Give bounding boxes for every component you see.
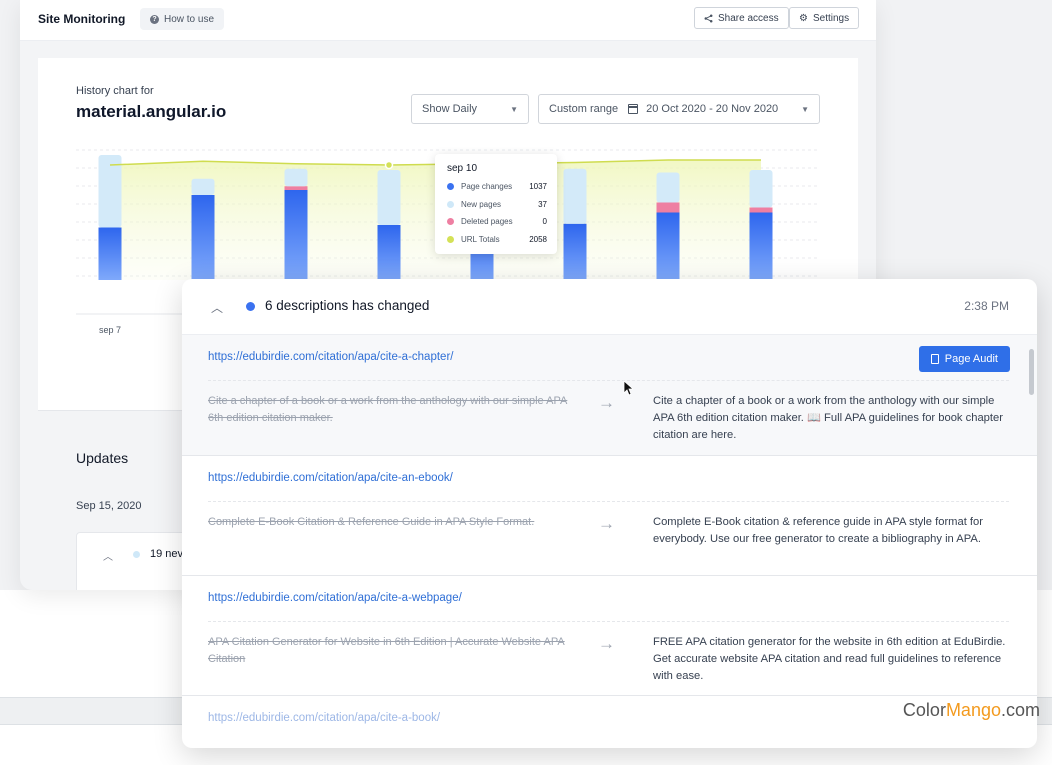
page-changes-dot-icon — [447, 182, 454, 190]
page-audit-button[interactable]: Page Audit — [918, 346, 1010, 372]
date-range-select[interactable]: Custom range 20 Oct 2020 - 20 Nov 2020 ▼ — [538, 94, 820, 124]
brand-part-2: Mango — [945, 700, 1001, 720]
tooltip-title: sep 10 — [447, 163, 478, 174]
gear-icon: ⚙ — [799, 12, 808, 24]
new-description: Complete E-Book citation & reference gui… — [653, 516, 983, 545]
list-item: https://edubirdie.com/citation/apa/cite-… — [182, 456, 1037, 576]
share-access-button[interactable]: Share access — [694, 7, 789, 29]
how-to-use-button[interactable]: ? How to use — [140, 8, 225, 30]
share-icon — [704, 14, 713, 22]
old-description: Complete E-Book Citation & Reference Gui… — [208, 516, 535, 528]
bar-page-changes — [563, 223, 587, 280]
settings-button[interactable]: ⚙ Settings — [789, 7, 860, 29]
url-totals-dot-icon — [447, 235, 454, 243]
bar-page-changes — [749, 212, 773, 280]
settings-label: Settings — [812, 12, 850, 24]
changes-card: ︿ 6 descriptions has changed 2:38 PM htt… — [182, 279, 1037, 748]
deleted-pages-dot-icon — [447, 217, 454, 225]
brand-part-1: Color — [902, 700, 946, 720]
history-chart-label: History chart for — [76, 85, 154, 97]
bar-new-pages — [284, 168, 308, 187]
show-daily-value: Show Daily — [422, 103, 478, 115]
new-description: FREE APA citation generator for the webs… — [653, 636, 1006, 682]
item-divider — [208, 501, 1009, 502]
item-url-link[interactable]: https://edubirdie.com/citation/apa/cite-… — [208, 472, 453, 484]
list-item: https://edubirdie.com/citation/apa/cite-… — [182, 576, 1037, 696]
bar-page-changes — [98, 227, 122, 280]
tooltip-row-label: URL Totals — [461, 234, 500, 244]
url-totals-point — [384, 160, 394, 170]
item-url-link[interactable]: https://edubirdie.com/citation/apa/cite-… — [208, 592, 462, 604]
bar-page-changes — [284, 190, 308, 280]
calendar-icon — [628, 104, 639, 114]
question-icon: ? — [150, 14, 159, 24]
updates-date: Sep 15, 2020 — [76, 500, 142, 512]
tooltip-row-value: 0 — [542, 216, 547, 226]
bar-page-changes — [191, 195, 215, 280]
bar-new-pages — [749, 170, 773, 208]
chart-tooltip: sep 10 Page changes 1037 New pages 37 De… — [435, 154, 557, 254]
x-tick-label: sep 7 — [99, 325, 121, 335]
show-daily-select[interactable]: Show Daily ▼ — [411, 94, 529, 124]
tooltip-row-value: 2058 — [529, 234, 547, 244]
bar-page-changes — [656, 212, 680, 280]
top-bar: Site Monitoring ? How to use Share acces… — [20, 0, 876, 41]
tooltip-row-label: Page changes — [461, 181, 513, 191]
mouse-cursor-icon — [623, 380, 633, 396]
document-icon — [930, 354, 939, 364]
card-title: 6 descriptions has changed — [265, 298, 430, 313]
status-dot-icon — [133, 551, 140, 558]
tooltip-row: Page changes 1037 — [447, 180, 547, 192]
item-divider — [208, 380, 1009, 381]
tooltip-row: Deleted pages 0 — [447, 215, 547, 227]
card-time: 2:38 PM — [964, 299, 1009, 313]
chevron-up-icon[interactable]: ︿ — [103, 548, 113, 563]
bar-new-pages — [377, 170, 401, 225]
app-title: Site Monitoring — [38, 12, 126, 26]
bar-page-changes — [377, 225, 401, 280]
updates-heading: Updates — [76, 450, 129, 466]
item-divider — [208, 621, 1009, 622]
arrow-right-icon: → — [598, 393, 615, 412]
tooltip-row-label: New pages — [461, 199, 502, 209]
caret-down-icon: ▼ — [510, 104, 518, 114]
bar-new-pages — [98, 155, 122, 228]
custom-range-label: Custom range — [549, 103, 619, 115]
tooltip-row-value: 1037 — [529, 181, 547, 191]
page-audit-label: Page Audit — [944, 353, 998, 365]
bar-new-pages — [656, 172, 680, 203]
item-url-link[interactable]: https://edubirdie.com/citation/apa/cite-… — [208, 712, 440, 724]
tooltip-row: New pages 37 — [447, 198, 547, 210]
card-header[interactable]: ︿ 6 descriptions has changed 2:38 PM — [182, 279, 1037, 335]
watermark-brand: ColorMango.com — [903, 700, 1040, 721]
status-dot-icon — [246, 302, 255, 311]
chevron-up-icon[interactable]: ︿ — [211, 299, 223, 316]
tooltip-row: URL Totals 2058 — [447, 233, 547, 245]
share-access-label: Share access — [718, 12, 779, 24]
tooltip-row-label: Deleted pages — [461, 216, 513, 226]
bar-new-pages — [563, 168, 587, 224]
old-description: Cite a chapter of a book or a work from … — [208, 395, 568, 424]
bar-deleted-pages — [749, 207, 773, 213]
arrow-right-icon: → — [598, 634, 615, 653]
site-name: material.angular.io — [76, 102, 227, 121]
item-url-link[interactable]: https://edubirdie.com/citation/apa/cite-… — [208, 351, 453, 363]
brand-part-3: .com — [1000, 700, 1040, 720]
new-pages-dot-icon — [447, 200, 454, 208]
arrow-right-icon: → — [598, 514, 615, 533]
bar-deleted-pages — [284, 186, 308, 190]
bar-new-pages — [191, 178, 215, 195]
new-description: Cite a chapter of a book or a work from … — [653, 395, 1003, 441]
how-to-use-label: How to use — [164, 13, 215, 25]
date-range-value: 20 Oct 2020 - 20 Nov 2020 — [646, 103, 779, 115]
tooltip-row-value: 37 — [538, 199, 547, 209]
scrollbar-thumb[interactable] — [1029, 349, 1034, 395]
old-description: APA Citation Generator for Website in 6t… — [208, 636, 565, 665]
list-item: https://edubirdie.com/citation/apa/cite-… — [182, 335, 1037, 456]
bar-deleted-pages — [656, 202, 680, 213]
caret-down-icon: ▼ — [801, 104, 809, 114]
update-group-title: 19 nev — [150, 548, 184, 560]
